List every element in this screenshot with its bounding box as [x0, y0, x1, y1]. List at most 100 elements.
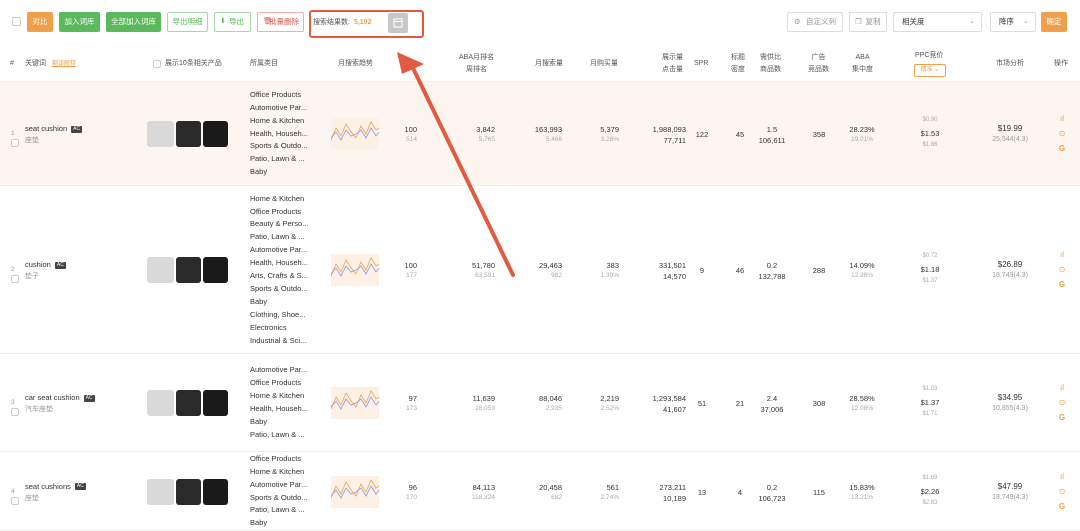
product-image[interactable] [176, 257, 201, 283]
confirm-button[interactable]: 确定 [1041, 12, 1067, 32]
select-all-checkbox[interactable] [12, 17, 21, 26]
category-item: Automotive Par... [250, 365, 308, 375]
col-title-density[interactable]: 标题 密度 [731, 52, 745, 76]
ppc-mid: $2.26 [920, 486, 940, 496]
google-icon[interactable]: G [1055, 278, 1069, 292]
trend-sparkline[interactable] [330, 254, 380, 286]
product-image[interactable] [147, 478, 174, 505]
batch-delete-button[interactable]: 🗑 批量删除 [257, 12, 304, 32]
col-supply-ratio[interactable]: 需供比 商品数 [760, 52, 781, 76]
product-image[interactable] [203, 121, 228, 147]
google-icon[interactable]: G [1055, 500, 1069, 514]
monthly-buy-pct: 2.52% [600, 405, 619, 412]
order-select[interactable]: 降序 ⌄ [990, 12, 1036, 32]
trend-sparkline[interactable] [330, 387, 380, 419]
chart-icon[interactable]: ıl [1055, 470, 1069, 484]
sparkline-chart [330, 121, 380, 141]
chart-icon[interactable]: ıl [1055, 112, 1069, 126]
aba-week-rank: 5,765 [478, 136, 495, 143]
keyword-text[interactable]: car seat cushion [25, 393, 80, 402]
category-item: Health, Househ... [250, 258, 308, 268]
col-impressions[interactable]: 展示量 点击量 [662, 52, 683, 76]
trend-sparkline[interactable] [330, 475, 380, 508]
sort-by-select[interactable]: 相关度 ⌄ [893, 12, 982, 32]
custom-columns-button[interactable]: ⚙ 自定义列 [787, 12, 843, 32]
relevance-value: 96 [408, 482, 417, 492]
more-icon[interactable]: ⊙ [1055, 127, 1069, 141]
product-image[interactable] [203, 390, 228, 416]
product-image[interactable] [147, 390, 174, 416]
category-item: Patio, Lawn & ... [250, 232, 305, 242]
col-monthly-buy[interactable]: 月购买量 [590, 58, 618, 70]
col-ads[interactable]: 广告 竞品数 [808, 52, 829, 76]
keyword-cell[interactable]: seat cushion AC [25, 124, 83, 133]
trend-sparkline[interactable] [330, 118, 380, 150]
add-to-library-button[interactable]: 加入词库 [59, 12, 100, 32]
row-checkbox[interactable] [11, 496, 19, 505]
keyword-cell[interactable]: seat cushions AC [25, 482, 86, 491]
add-all-to-library-button[interactable]: 全部加入词库 [106, 12, 161, 32]
col-index: # [10, 60, 14, 67]
col-title-density-line2: 密度 [731, 66, 745, 73]
product-count: 37,006 [760, 405, 784, 414]
keyword-text[interactable]: seat cushion [25, 124, 67, 133]
keyword-text[interactable]: seat cushions [25, 482, 71, 491]
monthly-buy: 5,379 [600, 125, 619, 134]
keyword-cell[interactable]: car seat cushion AC [25, 393, 95, 402]
category-item: Office Products [250, 206, 302, 216]
export-details-button[interactable]: 导出明细 [167, 12, 208, 32]
impressions: 331,501 [658, 261, 686, 270]
google-icon[interactable]: G [1055, 411, 1069, 425]
show-products-checkbox[interactable] [153, 60, 161, 68]
ppc-match-select[interactable]: 精准 ⌄ [914, 64, 946, 77]
more-icon[interactable]: ⊙ [1055, 263, 1069, 277]
aba-concentration-sub: 12.08% [850, 405, 874, 412]
product-image[interactable] [203, 478, 228, 505]
row-checkbox[interactable] [11, 139, 19, 147]
ppc-mid: $1.37 [920, 398, 940, 407]
product-image[interactable] [176, 390, 201, 416]
category-item: Patio, Lawn & ... [250, 429, 305, 439]
reviews-rating: 18,749(4.3) [992, 272, 1028, 279]
relevance-value: 100 [404, 125, 417, 134]
relevance-value: 100 [404, 261, 417, 270]
category-item: Office Products [250, 453, 302, 463]
row-checkbox[interactable] [11, 408, 19, 416]
export-button[interactable]: ⬇ 导出 [214, 12, 251, 32]
product-image[interactable] [147, 257, 174, 283]
product-image[interactable] [176, 121, 201, 147]
col-aba-rank[interactable]: ABA月排名 周排名 [459, 52, 494, 76]
more-icon[interactable]: ⊙ [1055, 485, 1069, 499]
google-icon[interactable]: G [1055, 142, 1069, 156]
category-item: Home & Kitchen [250, 115, 305, 125]
copy-button[interactable]: ❐ 复制 [849, 12, 887, 32]
chart-icon[interactable]: ıl [1055, 381, 1069, 395]
col-spr[interactable]: SPR [694, 58, 708, 70]
relevance-sub: 177 [406, 272, 417, 279]
more-icon[interactable]: ⊙ [1055, 396, 1069, 410]
product-image[interactable] [147, 121, 174, 147]
chart-icon[interactable]: ıl [1055, 248, 1069, 262]
col-category: 所属类目 [250, 60, 278, 67]
category-item: Baby [250, 416, 268, 426]
monthly-buy-pct: 2.74% [600, 493, 619, 501]
keyword-cell[interactable]: cushion AC [25, 260, 66, 269]
translate-toggle[interactable]: 翻译解释 [52, 61, 76, 67]
product-image[interactable] [176, 478, 201, 505]
product-image[interactable] [203, 257, 228, 283]
col-keyword[interactable]: 关键词 翻译解释 [25, 58, 76, 70]
chevron-down-icon: ⌄ [1023, 18, 1029, 25]
col-relevance-sort[interactable]: ↓ [407, 58, 411, 70]
col-monthly-search[interactable]: 月搜索量 [535, 58, 563, 70]
compare-button[interactable]: 对比 [27, 12, 53, 32]
ppc-high: $1.71 [922, 411, 938, 417]
clicks: 14,570 [663, 272, 686, 281]
category-item: Electronics [250, 322, 287, 332]
aba-month-rank: 11,639 [472, 394, 495, 403]
row-checkbox[interactable] [11, 275, 19, 283]
supply-ratio: 0.2 [766, 482, 778, 492]
col-aba-rank-line2: 周排名 [466, 66, 487, 73]
row-index: 1 [11, 130, 15, 137]
col-aba-concentration[interactable]: ABA 集中度 [852, 52, 873, 76]
keyword-text[interactable]: cushion [25, 260, 51, 269]
